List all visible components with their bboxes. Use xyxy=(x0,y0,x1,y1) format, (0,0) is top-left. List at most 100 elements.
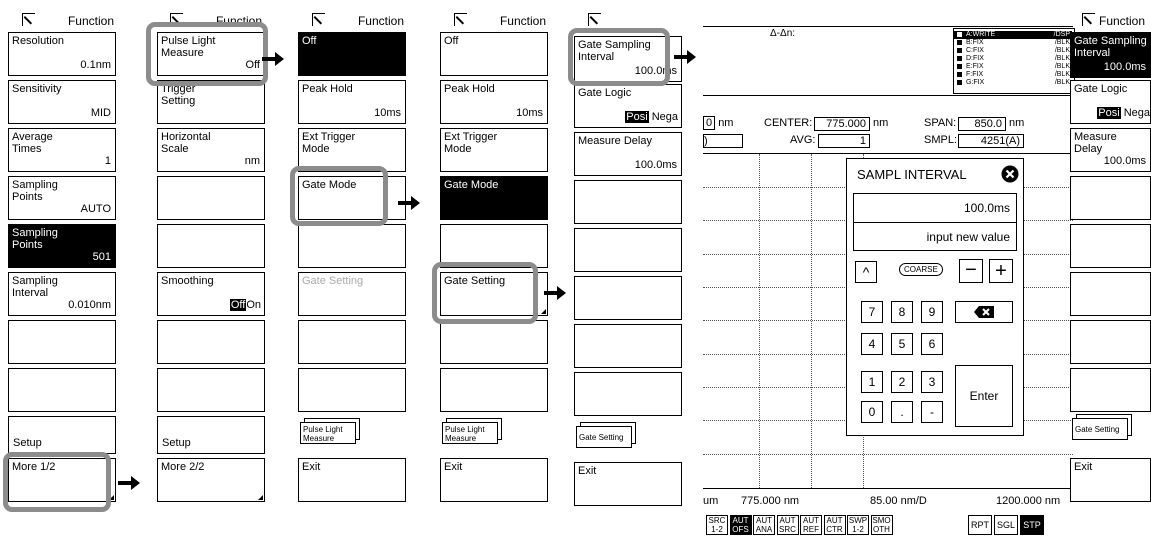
exit-softkey[interactable]: Exit xyxy=(1070,458,1151,502)
key-5[interactable]: 5 xyxy=(891,333,913,355)
toolbar-button[interactable]: AUT CTR xyxy=(823,515,846,535)
function-panel-5 xyxy=(566,8,684,30)
blank-softkey[interactable] xyxy=(574,324,682,368)
key-3[interactable]: 3 xyxy=(921,371,943,393)
sensitivity-softkey[interactable]: Sensitivity MID xyxy=(8,80,116,124)
blank-softkey[interactable] xyxy=(1070,176,1151,220)
center-field[interactable]: 775.000 xyxy=(814,117,870,131)
gate-sampling-interval-softkey[interactable]: Gate Sampling Interval 100.0ms xyxy=(1070,32,1151,78)
legend-row: C:FIX/BLK xyxy=(954,47,1072,55)
blank-softkey[interactable] xyxy=(157,224,265,268)
blank-softkey[interactable] xyxy=(574,228,682,272)
blank-softkey[interactable] xyxy=(1070,272,1151,316)
ext-trigger-mode-softkey[interactable]: Ext Trigger Mode xyxy=(440,128,548,172)
off-softkey[interactable]: Off xyxy=(298,32,406,76)
blank-softkey[interactable] xyxy=(298,320,406,364)
key-7[interactable]: 7 xyxy=(861,301,883,323)
toolbar-button[interactable]: SRC 1-2 xyxy=(706,515,728,535)
blank-softkey[interactable] xyxy=(1070,368,1151,412)
average-times-softkey[interactable]: Average Times 1 xyxy=(8,128,116,172)
key-9[interactable]: 9 xyxy=(921,301,943,323)
chevron-up-icon[interactable]: ^ xyxy=(855,261,877,283)
exit-softkey[interactable]: Exit xyxy=(440,458,548,502)
more-softkey[interactable]: More 2/2 xyxy=(157,458,265,502)
button-label: SRC xyxy=(779,525,796,534)
toolbar-button[interactable]: AUT OFS xyxy=(729,515,752,535)
label: Peak Hold xyxy=(302,83,353,95)
key-2[interactable]: 2 xyxy=(891,371,913,393)
gate-setting-stack[interactable]: Gate Setting xyxy=(1072,414,1132,442)
key-4[interactable]: 4 xyxy=(861,333,883,355)
plus-button[interactable]: + xyxy=(989,259,1013,283)
toolbar-button[interactable]: SMO OTH xyxy=(870,515,893,535)
blank-softkey[interactable] xyxy=(440,368,548,412)
blank-softkey[interactable] xyxy=(8,320,116,364)
gate-mode-softkey[interactable]: Gate Mode xyxy=(440,176,548,220)
sampling-points-auto-softkey[interactable]: Sampling Points AUTO xyxy=(8,176,116,220)
minus-button[interactable]: − xyxy=(959,259,983,283)
trace-name: A:WRITE xyxy=(966,31,996,38)
gate-setting-stack[interactable]: Gate Setting xyxy=(576,422,636,450)
setup-softkey[interactable]: Setup xyxy=(8,416,116,454)
toolbar-button[interactable]: AUT ANA xyxy=(753,515,775,535)
trigger-setting-softkey[interactable]: Trigger Setting xyxy=(157,80,265,124)
sampling-interval-softkey[interactable]: Sampling Interval 0.010nm xyxy=(8,272,116,316)
toolbar-button[interactable]: AUT REF xyxy=(800,515,822,535)
blank-softkey[interactable] xyxy=(298,224,406,268)
toolbar-button[interactable]: AUT SRC xyxy=(776,515,799,535)
value: 1 xyxy=(104,155,111,167)
blank-softkey[interactable] xyxy=(157,368,265,412)
setup-softkey[interactable]: Setup xyxy=(157,416,265,454)
key-6[interactable]: 6 xyxy=(921,333,943,355)
peak-hold-softkey[interactable]: Peak Hold 10ms xyxy=(298,80,406,124)
toolbar-button[interactable]: STP xyxy=(1020,515,1044,535)
measure-delay-softkey[interactable]: Measure Delay 100.0ms xyxy=(1070,128,1151,172)
key-dot[interactable]: . xyxy=(891,401,913,423)
blank-softkey[interactable] xyxy=(8,368,116,412)
horizontal-scale-softkey[interactable]: Horizontal Scale nm xyxy=(157,128,265,172)
key-1[interactable]: 1 xyxy=(861,371,883,393)
sampling-points-softkey[interactable]: Sampling Points 501 xyxy=(8,224,116,268)
blank-softkey[interactable] xyxy=(1070,320,1151,364)
toolbar-button[interactable]: SGL xyxy=(994,515,1018,535)
key-0[interactable]: 0 xyxy=(861,401,883,423)
toolbar-button[interactable]: RPT xyxy=(968,515,992,535)
gate-setting-softkey[interactable]: Gate Setting xyxy=(298,272,406,316)
button-label: REF xyxy=(803,525,819,534)
gate-logic-softkey[interactable]: Gate Logic Posi Nega xyxy=(1070,80,1151,124)
blank-softkey[interactable] xyxy=(574,276,682,320)
label: Measure xyxy=(445,434,477,443)
span-field[interactable]: 850.0 xyxy=(958,117,1006,131)
exit-softkey[interactable]: Exit xyxy=(298,458,406,502)
coarse-button[interactable]: COARSE xyxy=(899,263,943,276)
key-8[interactable]: 8 xyxy=(891,301,913,323)
smoothing-softkey[interactable]: Smoothing OffOn xyxy=(157,272,265,316)
enter-button[interactable]: Enter xyxy=(955,365,1013,427)
blank-softkey[interactable] xyxy=(1070,224,1151,268)
close-icon[interactable] xyxy=(1001,165,1019,183)
toolbar-button[interactable]: SWP 1-2 xyxy=(847,515,869,535)
avg-field[interactable]: 1 xyxy=(818,134,870,148)
off-softkey[interactable]: Off xyxy=(440,32,548,76)
resolution-softkey[interactable]: Resolution 0.1nm xyxy=(8,32,116,76)
blank-softkey[interactable] xyxy=(574,372,682,416)
blank-softkey[interactable] xyxy=(298,368,406,412)
unit: nm xyxy=(873,117,889,129)
trace-name: B:FIX xyxy=(966,39,984,46)
blank-softkey[interactable] xyxy=(157,320,265,364)
peak-hold-softkey[interactable]: Peak Hold 10ms xyxy=(440,80,548,124)
smpl-field[interactable]: 4251(A) xyxy=(958,134,1024,148)
measure-delay-softkey[interactable]: Measure Delay 100.0ms xyxy=(574,132,682,176)
label: Sensitivity xyxy=(12,83,62,95)
exit-softkey[interactable]: Exit xyxy=(574,462,682,506)
blank-softkey[interactable] xyxy=(574,180,682,224)
blank-softkey[interactable] xyxy=(440,320,548,364)
blank-softkey[interactable] xyxy=(157,176,265,220)
gate-logic-softkey[interactable]: Gate Logic Posi Nega xyxy=(574,84,682,128)
stack-front: Pulse Light Measure xyxy=(300,422,356,444)
backspace-icon[interactable] xyxy=(955,301,1013,323)
pulse-light-measure-stack[interactable]: Pulse Light Measure xyxy=(442,418,502,446)
pulse-light-measure-stack[interactable]: Pulse Light Measure xyxy=(300,418,360,446)
panel-header: Function xyxy=(432,8,550,30)
key-minus[interactable]: - xyxy=(921,401,943,423)
